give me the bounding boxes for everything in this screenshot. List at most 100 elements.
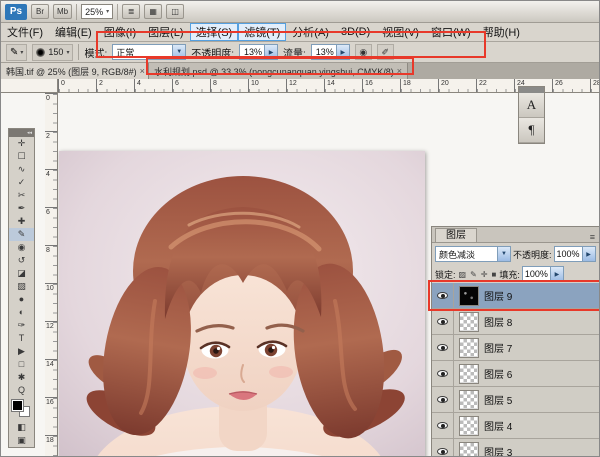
ruler-tick: 2 bbox=[45, 131, 57, 169]
gradient-tool[interactable]: ▨ bbox=[9, 280, 34, 293]
eraser-tool[interactable]: ◪ bbox=[9, 267, 34, 280]
brush-preset-picker[interactable]: 150 ▾ bbox=[32, 44, 73, 61]
menu-item[interactable]: 编辑(E) bbox=[49, 23, 98, 41]
ruler-tick: 16 bbox=[45, 397, 57, 435]
tool-preset-picker[interactable]: ✎ ▾ bbox=[6, 44, 27, 61]
menu-item[interactable]: 3D(D) bbox=[335, 25, 376, 39]
path-selection-tool[interactable]: ▶ bbox=[9, 345, 34, 358]
layer-row[interactable]: 图层 9 bbox=[432, 283, 600, 309]
layer-thumbnail[interactable] bbox=[459, 286, 479, 306]
pen-tool[interactable]: ✑ bbox=[9, 319, 34, 332]
brush-tool[interactable]: ✎ bbox=[9, 228, 34, 241]
layer-row[interactable]: 图层 3 bbox=[432, 439, 600, 457]
menu-item[interactable]: 图像(I) bbox=[98, 23, 142, 41]
foreground-color-swatch[interactable] bbox=[12, 400, 23, 411]
bridge-button[interactable]: Br bbox=[31, 4, 49, 19]
ruler-tick: 28 bbox=[590, 79, 600, 93]
layer-row[interactable]: 图层 5 bbox=[432, 387, 600, 413]
visibility-toggle[interactable] bbox=[432, 361, 454, 386]
move-tool[interactable]: ✛ bbox=[9, 137, 34, 150]
layer-thumbnail[interactable] bbox=[459, 338, 479, 358]
layer-opacity-input[interactable]: 100% ▶ bbox=[554, 246, 596, 262]
healing-brush-tool[interactable]: ✚ bbox=[9, 215, 34, 228]
dodge-tool[interactable]: ◐ bbox=[9, 306, 34, 319]
dropdown-arrow-icon[interactable]: ▼ bbox=[172, 45, 185, 59]
clone-stamp-tool[interactable]: ◉ bbox=[9, 241, 34, 254]
paragraph-panel-button[interactable]: ¶ bbox=[519, 118, 544, 143]
spinner-arrow-icon[interactable]: ▶ bbox=[550, 267, 563, 281]
airbrush-button[interactable]: ◉ bbox=[355, 44, 372, 60]
zoom-level-select[interactable]: 25% ▾ bbox=[81, 4, 113, 19]
lock-position-icon[interactable]: ✛ bbox=[480, 270, 489, 279]
shape-tool[interactable]: □ bbox=[9, 358, 34, 371]
dropdown-arrow-icon[interactable]: ▼ bbox=[497, 247, 510, 261]
tool-palette-header[interactable]: ◂◂ bbox=[9, 129, 34, 137]
visibility-toggle[interactable] bbox=[432, 439, 454, 457]
lock-transparency-icon[interactable]: ▨ bbox=[458, 270, 468, 279]
hand-tool[interactable]: ✱ bbox=[9, 371, 34, 384]
blur-tool[interactable]: ● bbox=[9, 293, 34, 306]
quick-selection-tool[interactable]: ✓ bbox=[9, 176, 34, 189]
minibridge-button[interactable]: Mb bbox=[53, 4, 72, 19]
ruler-tick: 10 bbox=[45, 283, 57, 321]
visibility-toggle[interactable] bbox=[432, 283, 454, 308]
menu-item[interactable]: 滤镜(T) bbox=[238, 23, 286, 41]
tool-icon: ✂ bbox=[18, 191, 26, 200]
menu-item[interactable]: 帮助(H) bbox=[477, 23, 526, 41]
menu-item[interactable]: 分析(A) bbox=[286, 23, 335, 41]
layer-thumbnail[interactable] bbox=[459, 364, 479, 384]
view-extras-button[interactable]: ≣ bbox=[122, 4, 140, 19]
arrange-documents-button[interactable]: ◫ bbox=[166, 4, 184, 19]
blend-mode-select[interactable]: 正常 ▼ bbox=[112, 44, 186, 60]
history-brush-tool[interactable]: ↺ bbox=[9, 254, 34, 267]
visibility-toggle[interactable] bbox=[432, 387, 454, 412]
layer-thumbnail[interactable] bbox=[459, 442, 479, 457]
layer-row[interactable]: 图层 7 bbox=[432, 335, 600, 361]
layer-blend-mode-select[interactable]: 颜色减淡 ▼ bbox=[435, 246, 511, 262]
quick-mask-button[interactable]: ◧ bbox=[9, 421, 34, 434]
tool-icon: □ bbox=[19, 360, 24, 369]
opacity-input[interactable]: 13% ▶ bbox=[239, 44, 278, 60]
menu-item[interactable]: 文件(F) bbox=[1, 23, 49, 41]
menu-item[interactable]: 选择(S) bbox=[190, 23, 239, 41]
eyedropper-tool[interactable]: ✒ bbox=[9, 202, 34, 215]
spinner-arrow-icon[interactable]: ▶ bbox=[336, 45, 349, 59]
layer-row[interactable]: 图层 8 bbox=[432, 309, 600, 335]
menu-bar: 文件(F)编辑(E)图像(I)图层(L)选择(S)滤镜(T)分析(A)3D(D)… bbox=[1, 23, 599, 42]
flow-input[interactable]: 13% ▶ bbox=[311, 44, 350, 60]
ruler-tick: 0 bbox=[58, 79, 96, 93]
type-tool[interactable]: T bbox=[9, 332, 34, 345]
layer-thumbnail[interactable] bbox=[459, 312, 479, 332]
menu-item[interactable]: 图层(L) bbox=[142, 23, 189, 41]
spinner-arrow-icon[interactable]: ▶ bbox=[264, 45, 277, 59]
layer-fill-input[interactable]: 100% ▶ bbox=[522, 266, 564, 282]
visibility-toggle[interactable] bbox=[432, 309, 454, 334]
lock-pixels-icon[interactable]: ✎ bbox=[469, 270, 478, 279]
layer-thumbnail[interactable] bbox=[459, 390, 479, 410]
layer-name: 图层 8 bbox=[484, 314, 512, 329]
panel-menu-icon[interactable]: ≡ bbox=[585, 232, 600, 242]
visibility-toggle[interactable] bbox=[432, 335, 454, 360]
tablet-pressure-button[interactable]: ✐ bbox=[377, 44, 394, 60]
spinner-arrow-icon[interactable]: ▶ bbox=[582, 247, 595, 261]
lasso-tool[interactable]: ∿ bbox=[9, 163, 34, 176]
character-panel-button[interactable]: A bbox=[519, 93, 544, 118]
marquee-tool[interactable]: ☐ bbox=[9, 150, 34, 163]
menu-item[interactable]: 窗口(W) bbox=[425, 23, 477, 41]
layer-row[interactable]: 图层 4 bbox=[432, 413, 600, 439]
canvas-portrait-image[interactable] bbox=[59, 151, 425, 457]
screen-mode-button[interactable]: ▣ bbox=[9, 434, 34, 447]
visibility-toggle[interactable] bbox=[432, 413, 454, 438]
grid-overlay-button[interactable]: ▦ bbox=[144, 4, 162, 19]
lock-all-icon[interactable]: ■ bbox=[490, 270, 497, 279]
document-tab[interactable]: 水利规划.psd @ 33.3% (nongcunanquan yingshui… bbox=[149, 63, 408, 79]
document-tab[interactable]: 韩国.tif @ 25% (图层 9, RGB/8#) × bbox=[1, 63, 149, 79]
menu-item[interactable]: 视图(V) bbox=[376, 23, 425, 41]
layer-row[interactable]: 图层 6 bbox=[432, 361, 600, 387]
crop-tool[interactable]: ✂ bbox=[9, 189, 34, 202]
layer-thumbnail[interactable] bbox=[459, 416, 479, 436]
close-icon[interactable]: × bbox=[140, 66, 145, 76]
tab-layers[interactable]: 图层 bbox=[435, 228, 477, 242]
zoom-tool[interactable]: Q bbox=[9, 384, 34, 397]
close-icon[interactable]: × bbox=[397, 66, 402, 76]
